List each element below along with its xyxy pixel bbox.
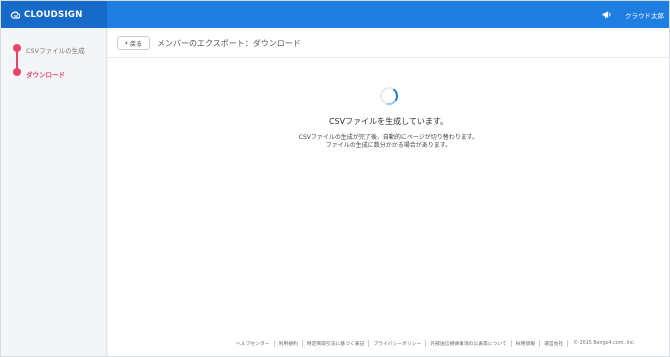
cloud-logo-icon bbox=[10, 10, 20, 19]
step-download: ダウンロード bbox=[26, 71, 65, 79]
chevron-left-icon: ‹ bbox=[125, 39, 128, 47]
loading-spinner-icon bbox=[380, 87, 398, 106]
footer-link-terms[interactable]: 利用規約 bbox=[275, 340, 303, 347]
footer-link-tokushoho[interactable]: 特定商取引法に基づく表記 bbox=[303, 340, 370, 347]
page-title: メンバーのエクスポート：ダウンロード bbox=[157, 39, 301, 48]
back-button[interactable]: ‹ 戻る bbox=[117, 36, 150, 50]
footer-link-external[interactable]: 外部送信規律事項の公表等について bbox=[426, 340, 512, 347]
footer-link-careers[interactable]: 採用情報 bbox=[512, 340, 541, 347]
app-frame: CLOUDSIGN クラウド太郎 CSVファイルの生成 ダウンロード ‹ 戻る … bbox=[0, 0, 670, 357]
copyright: © 2015 Bengo4.com, Inc. bbox=[573, 341, 636, 346]
sidebar-steps: CSVファイルの生成 ダウンロード bbox=[1, 28, 107, 356]
status-title: CSVファイルを生成しています。 bbox=[328, 117, 449, 126]
top-bar: CLOUDSIGN クラウド太郎 bbox=[1, 1, 669, 28]
footer-link-help[interactable]: ヘルプセンター bbox=[232, 340, 275, 347]
footer-link-privacy[interactable]: プライバシーポリシー bbox=[369, 340, 427, 347]
logo[interactable]: CLOUDSIGN bbox=[1, 1, 107, 28]
status-line: ファイルの生成に数分かかる場合があります。 bbox=[325, 142, 452, 149]
back-button-label: 戻る bbox=[129, 40, 142, 48]
footer-link-company[interactable]: 運営会社 bbox=[540, 340, 569, 347]
main-panel: ‹ 戻る メンバーのエクスポート：ダウンロード CSVファイルを生成しています。… bbox=[108, 28, 669, 356]
megaphone-icon[interactable] bbox=[601, 9, 612, 20]
step-dot-csv bbox=[13, 44, 21, 52]
page-header: ‹ 戻る メンバーのエクスポート：ダウンロード bbox=[108, 28, 669, 58]
step-dot-download bbox=[13, 68, 21, 76]
step-csv-generate: CSVファイルの生成 bbox=[26, 47, 85, 55]
logo-text: CLOUDSIGN bbox=[24, 9, 83, 20]
footer: ヘルプセンター 利用規約 特定商取引法に基づく表記 プライバシーポリシー 外部送… bbox=[232, 340, 635, 347]
user-menu[interactable]: クラウド太郎 bbox=[625, 10, 664, 20]
